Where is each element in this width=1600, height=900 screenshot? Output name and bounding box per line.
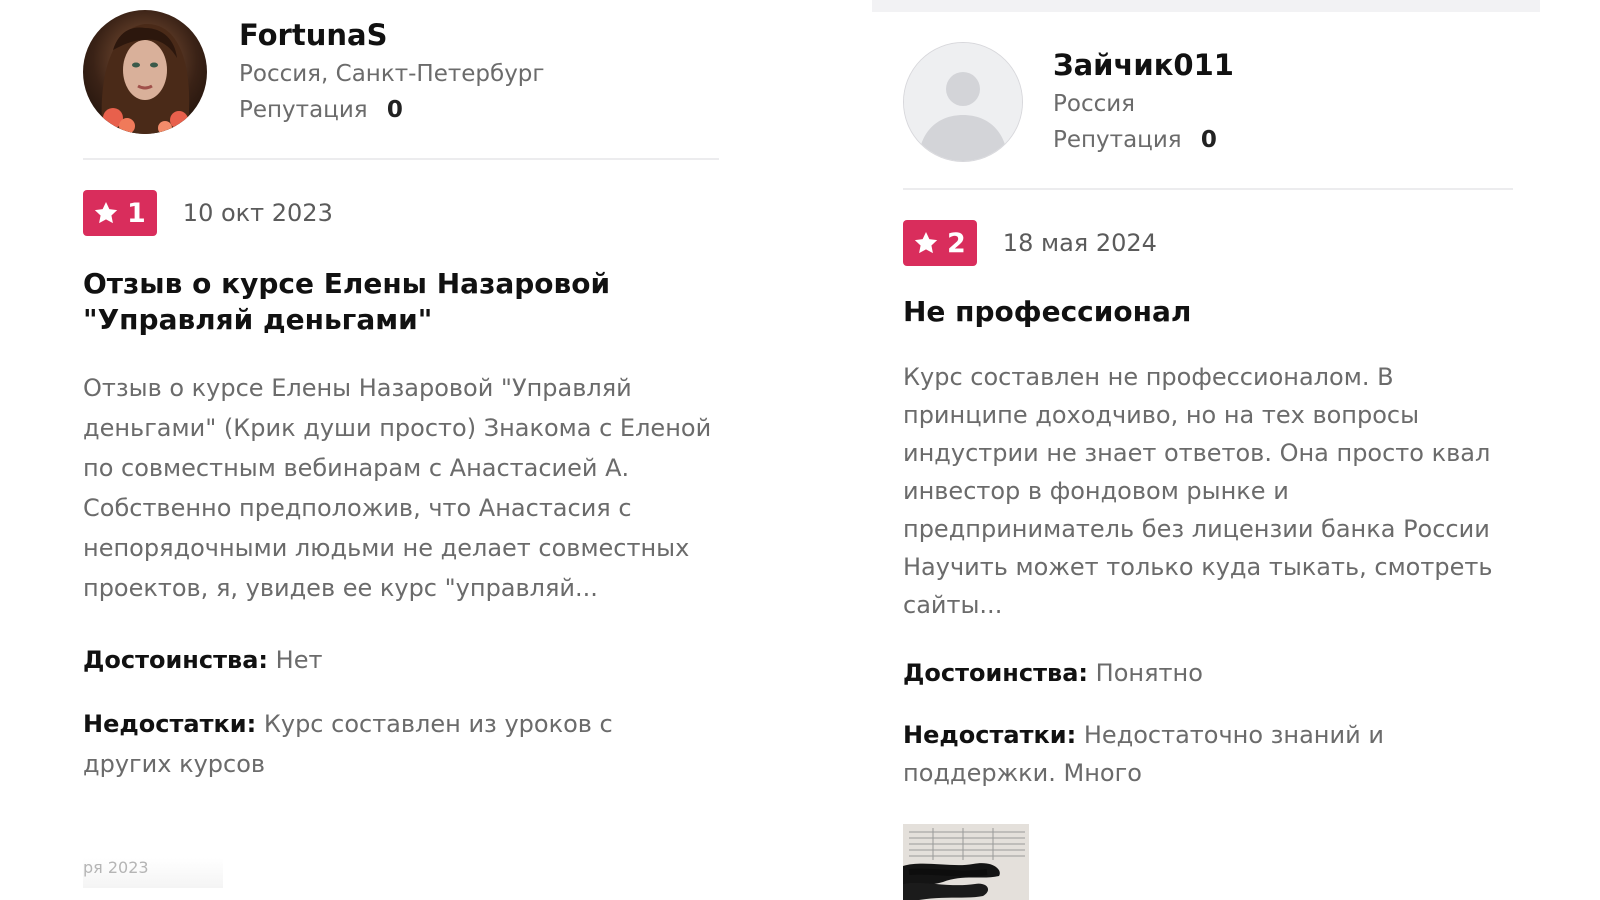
review-cons: Недостатки: Курс составлен из уроков с д… [83, 704, 703, 784]
review-pros: Достоинства: Понятно [903, 654, 1523, 692]
user-silhouette-icon [904, 43, 1022, 161]
cons-label: Недостатки: [83, 710, 257, 738]
pros-text: Нет [275, 646, 323, 674]
user-reputation: Репутация 0 [1053, 122, 1234, 158]
username[interactable]: FortunaS [239, 18, 545, 52]
avatar[interactable] [903, 42, 1023, 162]
user-info: Зайчик011 Россия Репутация 0 [1053, 48, 1234, 158]
user-info: FortunaS Россия, Санкт-Петербург Репутац… [239, 18, 545, 128]
rating-badge: 1 [83, 190, 157, 236]
star-icon [914, 231, 938, 254]
reputation-value: 0 [1200, 127, 1217, 153]
review-date: 18 мая 2024 [1002, 229, 1157, 257]
review-body[interactable]: Курс составлен не профессионалом. В прин… [903, 358, 1503, 624]
user-header: FortunaS Россия, Санкт-Петербург Репутац… [83, 0, 723, 134]
rating-value: 2 [947, 227, 966, 259]
review-cons: Недостатки: Недостаточно знаний и поддер… [903, 716, 1403, 792]
rating-value: 1 [127, 197, 146, 229]
pros-label: Достоинства: [83, 646, 269, 674]
user-location: Россия [1053, 91, 1136, 117]
divider [903, 188, 1513, 190]
cons-label: Недостатки: [903, 721, 1077, 749]
review-title[interactable]: Отзыв о курсе Елены Назаровой "Управляй … [83, 266, 703, 338]
reputation-value: 0 [386, 97, 403, 123]
user-header: Зайчик011 Россия Репутация 0 [903, 0, 1523, 162]
faded-date-stamp: ря 2023 [83, 858, 223, 888]
review-date: 10 окт 2023 [182, 199, 333, 227]
username[interactable]: Зайчик011 [1053, 48, 1234, 82]
review-card: FortunaS Россия, Санкт-Петербург Репутац… [83, 0, 723, 784]
pros-text: Понятно [1095, 659, 1203, 687]
pros-label: Достоинства: [903, 659, 1089, 687]
star-icon [94, 201, 118, 224]
review-title[interactable]: Не профессионал [903, 294, 1523, 330]
user-location: Россия, Санкт-Петербург [239, 61, 545, 87]
avatar[interactable] [83, 10, 207, 134]
review-pros: Достоинства: Нет [83, 640, 723, 680]
reputation-label: Репутация [1053, 127, 1182, 153]
rating-badge: 2 [903, 220, 977, 266]
review-meta: 2 18 мая 2024 [903, 220, 1523, 266]
photo-preview [903, 824, 1029, 900]
avatar-photo [83, 10, 207, 134]
reputation-label: Репутация [239, 97, 368, 123]
review-body[interactable]: Отзыв о курсе Елены Назаровой "Управляй … [83, 368, 723, 608]
divider [83, 158, 719, 160]
review-meta: 1 10 окт 2023 [83, 190, 723, 236]
review-card: Зайчик011 Россия Репутация 0 2 18 мая 20… [903, 0, 1523, 792]
user-reputation: Репутация 0 [239, 92, 545, 128]
reviews-page: FortunaS Россия, Санкт-Петербург Репутац… [0, 0, 1600, 900]
attached-photo-thumbnail[interactable] [903, 824, 1029, 900]
